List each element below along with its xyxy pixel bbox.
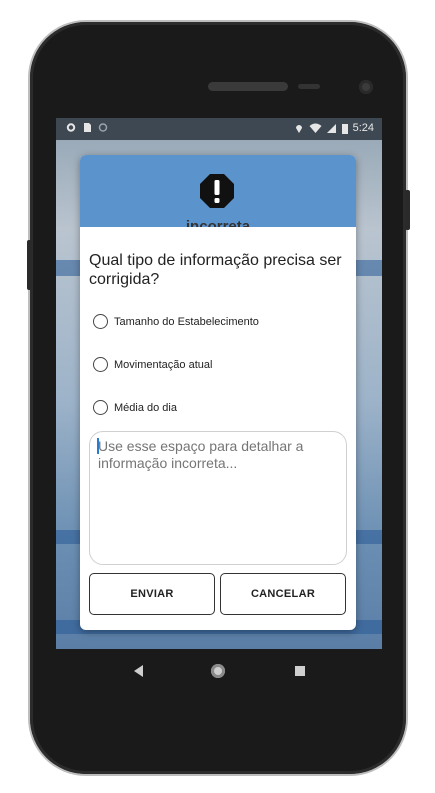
warning-octagon-icon [200,174,234,208]
details-textarea[interactable] [89,431,347,565]
sd-card-icon [84,123,91,132]
question-text: Qual tipo de informação precisa ser corr… [89,252,342,288]
option-media[interactable]: Média do dia [93,400,177,415]
option-label: Movimentação atual [114,358,213,371]
proximity-sensor [298,84,320,89]
option-label: Tamanho do Estabelecimento [114,315,259,328]
back-icon[interactable] [134,665,143,677]
battery-icon [341,123,348,134]
earpiece-speaker [208,82,288,91]
status-bar: 5:24 [56,118,382,140]
option-movimentacao[interactable]: Movimentação atual [93,357,212,372]
text-cursor [97,438,99,454]
sync-icon [98,123,108,132]
wifi-icon [309,123,322,133]
signal-icon [326,123,336,133]
option-tamanho[interactable]: Tamanho do Estabelecimento [93,314,259,329]
recent-apps-icon[interactable] [295,666,305,676]
power-button [405,190,410,230]
front-camera [359,80,373,94]
report-dialog: incorreta Qual tipo de informação precis… [80,155,356,630]
radio-button[interactable] [93,314,108,329]
radio-button[interactable] [93,400,108,415]
submit-button[interactable]: ENVIAR [89,573,215,615]
settings-icon [66,123,76,132]
radio-button[interactable] [93,357,108,372]
home-icon[interactable] [211,664,225,678]
volume-button [27,240,32,290]
navigation-bar [56,650,382,694]
cancel-button[interactable]: CANCELAR [220,573,346,615]
location-icon [295,124,302,133]
option-label: Média do dia [114,401,177,414]
status-time: 5:24 [352,122,374,134]
dialog-title-partial: incorreta [185,218,251,227]
